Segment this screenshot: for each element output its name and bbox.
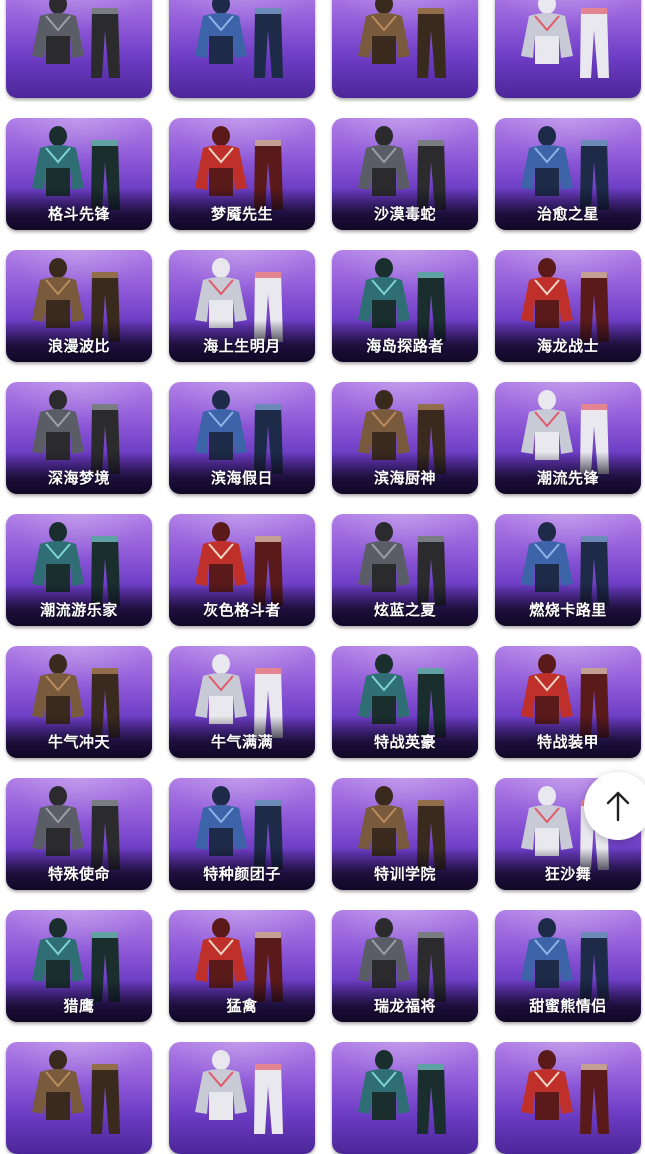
outfit-card[interactable] <box>6 1042 152 1154</box>
outfit-name: 猎鹰 <box>63 997 95 1015</box>
outfit-name: 海上生明月 <box>203 337 281 355</box>
outfit-card[interactable]: 海岛探路者 <box>332 250 478 362</box>
outfit-card[interactable] <box>169 1042 315 1154</box>
outfit-card[interactable]: 瑞龙福将 <box>332 910 478 1022</box>
outfit-card[interactable]: 特种颜团子 <box>169 778 315 890</box>
outfit-name: 燃烧卡路里 <box>529 601 607 619</box>
outfit-name: 海岛探路者 <box>366 337 444 355</box>
outfit-name: 炫蓝之夏 <box>373 601 436 619</box>
outfit-name: 瑞龙福将 <box>373 997 436 1015</box>
outfit-name: 沙漠毒蛇 <box>373 205 436 223</box>
outfit-card[interactable]: 猛禽 <box>169 910 315 1022</box>
outfit-name: 海龙战士 <box>536 337 599 355</box>
outfit-image <box>32 0 120 78</box>
outfit-card[interactable]: 特战装甲 <box>495 646 641 758</box>
outfit-card[interactable]: 梦魇先生 <box>169 118 315 230</box>
outfit-image <box>521 1050 609 1134</box>
outfit-card[interactable] <box>332 0 478 98</box>
outfit-image <box>195 1050 283 1134</box>
outfit-card[interactable] <box>6 0 152 98</box>
outfit-image <box>521 0 609 78</box>
outfit-card[interactable]: 深海梦境 <box>6 382 152 494</box>
outfit-card[interactable]: 浪漫波比 <box>6 250 152 362</box>
outfit-name: 浪漫波比 <box>47 337 110 355</box>
outfit-name: 特训学院 <box>373 865 436 883</box>
outfit-card[interactable]: 潮流先锋 <box>495 382 641 494</box>
outfit-name: 灰色格斗者 <box>203 601 281 619</box>
outfit-name: 治愈之星 <box>536 205 599 223</box>
outfit-name: 甜蜜熊情侣 <box>529 997 607 1015</box>
outfit-card[interactable]: 治愈之星 <box>495 118 641 230</box>
back-to-top-button[interactable] <box>584 772 645 840</box>
outfit-name: 特殊使命 <box>47 865 110 883</box>
outfit-name: 滨海厨神 <box>373 469 436 487</box>
outfit-card[interactable]: 特殊使命 <box>6 778 152 890</box>
outfit-card[interactable] <box>495 1042 641 1154</box>
outfit-name: 牛气冲天 <box>47 733 110 751</box>
outfit-card[interactable]: 灰色格斗者 <box>169 514 315 626</box>
outfit-card[interactable]: 特训学院 <box>332 778 478 890</box>
outfit-card[interactable]: 沙漠毒蛇 <box>332 118 478 230</box>
outfit-name: 特战英豪 <box>373 733 436 751</box>
outfit-name: 滨海假日 <box>210 469 273 487</box>
outfit-name: 牛气满满 <box>210 733 273 751</box>
outfit-card[interactable] <box>332 1042 478 1154</box>
outfit-name: 狂沙舞 <box>544 865 592 883</box>
outfit-card[interactable]: 海上生明月 <box>169 250 315 362</box>
outfit-card[interactable]: 燃烧卡路里 <box>495 514 641 626</box>
outfit-card[interactable]: 牛气满满 <box>169 646 315 758</box>
outfit-image <box>358 0 446 78</box>
outfit-name: 特战装甲 <box>536 733 599 751</box>
outfit-name: 潮流先锋 <box>536 469 599 487</box>
arrow-up-icon <box>606 791 630 822</box>
outfit-card[interactable] <box>169 0 315 98</box>
outfit-card[interactable]: 海龙战士 <box>495 250 641 362</box>
outfit-name: 深海梦境 <box>47 469 110 487</box>
outfit-grid: 格斗先锋 梦魇先生 沙漠毒蛇 治愈之星浪漫波比 海上生明月 海岛探路者 海龙战士深海梦境 滨海… <box>6 0 641 1154</box>
outfit-card[interactable]: 滨海假日 <box>169 382 315 494</box>
outfit-name: 特种颜团子 <box>203 865 281 883</box>
outfit-card[interactable]: 潮流游乐家 <box>6 514 152 626</box>
outfit-name: 格斗先锋 <box>47 205 110 223</box>
outfit-card[interactable]: 甜蜜熊情侣 <box>495 910 641 1022</box>
outfit-card[interactable]: 猎鹰 <box>6 910 152 1022</box>
outfit-image <box>32 1050 120 1134</box>
outfit-name: 猛禽 <box>226 997 258 1015</box>
outfit-card[interactable]: 炫蓝之夏 <box>332 514 478 626</box>
outfit-card[interactable] <box>495 0 641 98</box>
outfit-card[interactable]: 滨海厨神 <box>332 382 478 494</box>
outfit-card[interactable]: 特战英豪 <box>332 646 478 758</box>
outfit-card[interactable]: 格斗先锋 <box>6 118 152 230</box>
outfit-name: 梦魇先生 <box>210 205 273 223</box>
outfit-card[interactable]: 牛气冲天 <box>6 646 152 758</box>
outfit-image <box>358 1050 446 1134</box>
outfit-name: 潮流游乐家 <box>40 601 118 619</box>
outfit-image <box>195 0 283 78</box>
